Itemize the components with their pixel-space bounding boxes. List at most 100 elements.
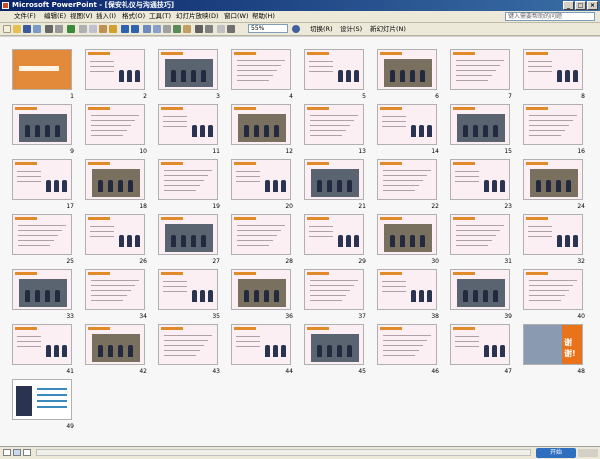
- grid-icon[interactable]: [217, 25, 225, 33]
- cut-icon[interactable]: [79, 25, 87, 33]
- menu-help[interactable]: 帮助(H): [252, 11, 275, 22]
- slide-thumbnail[interactable]: [304, 104, 364, 145]
- slide-thumbnail[interactable]: [450, 159, 510, 200]
- slide-thumbnail[interactable]: 谢谢!: [523, 324, 583, 365]
- slide-thumbnail[interactable]: [377, 49, 437, 90]
- chart-icon[interactable]: [143, 25, 151, 33]
- slide-number: 12: [285, 148, 293, 155]
- menu-file[interactable]: 文件(F): [14, 11, 36, 22]
- slide-thumbnail[interactable]: [523, 214, 583, 255]
- new-icon[interactable]: [3, 25, 11, 33]
- slide-thumbnail[interactable]: [523, 104, 583, 145]
- slide-thumbnail[interactable]: [523, 159, 583, 200]
- print-icon[interactable]: [45, 25, 53, 33]
- slide-thumbnail[interactable]: [85, 269, 145, 310]
- menu-slideshow[interactable]: 幻灯片放映(D): [176, 11, 219, 22]
- minimize-button[interactable]: _: [563, 1, 574, 10]
- menu-format[interactable]: 格式(O): [122, 11, 145, 22]
- show-formatting-icon[interactable]: [205, 25, 213, 33]
- slide-number: 47: [504, 368, 512, 375]
- slide-thumbnail[interactable]: [158, 214, 218, 255]
- paste-icon[interactable]: [99, 25, 107, 33]
- slide-thumbnail[interactable]: [158, 269, 218, 310]
- slide-thumbnail[interactable]: [523, 269, 583, 310]
- title-bar: Microsoft PowerPoint - [保安礼仪与沟通技巧] _ □ ×: [0, 0, 600, 11]
- horizontal-scrollbar[interactable]: [36, 449, 531, 456]
- slide-thumbnail[interactable]: [85, 214, 145, 255]
- slide-thumbnail[interactable]: [377, 324, 437, 365]
- slide-thumbnail[interactable]: [377, 214, 437, 255]
- slide-thumbnail[interactable]: [85, 49, 145, 90]
- design-button[interactable]: 设计(S): [340, 23, 362, 35]
- slide-thumbnail[interactable]: [12, 49, 72, 90]
- copy-icon[interactable]: [89, 25, 97, 33]
- slide-thumbnail[interactable]: [450, 104, 510, 145]
- close-button[interactable]: ×: [587, 1, 598, 10]
- menu-insert[interactable]: 插入(I): [96, 11, 116, 22]
- hyperlink-icon[interactable]: [183, 25, 191, 33]
- permission-icon[interactable]: [33, 25, 41, 33]
- grayscale-icon[interactable]: [227, 25, 235, 33]
- insert-picture-icon[interactable]: [173, 25, 181, 33]
- slide-thumbnail[interactable]: [304, 159, 364, 200]
- expand-icon[interactable]: [195, 25, 203, 33]
- slide-thumbnail[interactable]: [450, 324, 510, 365]
- slide-thumbnail[interactable]: [12, 104, 72, 145]
- menu-view[interactable]: 视图(V): [70, 11, 93, 22]
- undo-icon[interactable]: [121, 25, 129, 33]
- slide-number: 20: [285, 203, 293, 210]
- slide-thumbnail[interactable]: [85, 324, 145, 365]
- zoom-select[interactable]: 55%: [248, 24, 288, 33]
- slide-number: 18: [139, 203, 147, 210]
- help-icon[interactable]: [292, 25, 300, 33]
- slide-thumbnail[interactable]: [12, 159, 72, 200]
- menu-window[interactable]: 窗口(W): [224, 11, 249, 22]
- slide-thumbnail[interactable]: [304, 49, 364, 90]
- transition-button[interactable]: 切换(R): [310, 23, 333, 35]
- slide-thumbnail[interactable]: [231, 49, 291, 90]
- slide-thumbnail[interactable]: [231, 159, 291, 200]
- menu-tools[interactable]: 工具(T): [149, 11, 171, 22]
- normal-view-icon[interactable]: [3, 449, 11, 456]
- slide-thumbnail[interactable]: [304, 269, 364, 310]
- table-icon[interactable]: [153, 25, 161, 33]
- slide-thumbnail[interactable]: [304, 214, 364, 255]
- slide-thumbnail[interactable]: [377, 269, 437, 310]
- slide-thumbnail[interactable]: [158, 324, 218, 365]
- slide-thumbnail[interactable]: [450, 269, 510, 310]
- slide-sorter-view-icon[interactable]: [13, 449, 21, 456]
- slide-thumbnail[interactable]: [450, 49, 510, 90]
- redo-icon[interactable]: [131, 25, 139, 33]
- slide-thumbnail[interactable]: [158, 104, 218, 145]
- menu-edit[interactable]: 编辑(E): [44, 11, 66, 22]
- slide-thumbnail[interactable]: [85, 104, 145, 145]
- slide-thumbnail[interactable]: [12, 269, 72, 310]
- spelling-icon[interactable]: [67, 25, 75, 33]
- maximize-button[interactable]: □: [575, 1, 586, 10]
- slide-number: 36: [285, 313, 293, 320]
- slide-thumbnail[interactable]: [158, 159, 218, 200]
- slide-thumbnail[interactable]: [231, 324, 291, 365]
- start-button[interactable]: 开始: [536, 448, 576, 458]
- slideshow-view-icon[interactable]: [23, 449, 31, 456]
- slide-thumbnail[interactable]: [450, 214, 510, 255]
- new-slide-button[interactable]: 新幻灯片(N): [370, 23, 406, 35]
- help-search-input[interactable]: 键入需要帮助的问题: [505, 12, 595, 21]
- open-icon[interactable]: [13, 25, 21, 33]
- format-painter-icon[interactable]: [109, 25, 117, 33]
- save-icon[interactable]: [23, 25, 31, 33]
- slide-thumbnail[interactable]: [377, 159, 437, 200]
- slide-thumbnail[interactable]: [85, 159, 145, 200]
- slide-thumbnail[interactable]: [523, 49, 583, 90]
- slide-thumbnail[interactable]: [12, 379, 72, 420]
- slide-thumbnail[interactable]: [12, 324, 72, 365]
- print-preview-icon[interactable]: [55, 25, 63, 33]
- slide-thumbnail[interactable]: [231, 269, 291, 310]
- slide-thumbnail[interactable]: [231, 104, 291, 145]
- slide-thumbnail[interactable]: [231, 214, 291, 255]
- tables-borders-icon[interactable]: [163, 25, 171, 33]
- slide-thumbnail[interactable]: [12, 214, 72, 255]
- slide-thumbnail[interactable]: [377, 104, 437, 145]
- slide-thumbnail[interactable]: [304, 324, 364, 365]
- slide-thumbnail[interactable]: [158, 49, 218, 90]
